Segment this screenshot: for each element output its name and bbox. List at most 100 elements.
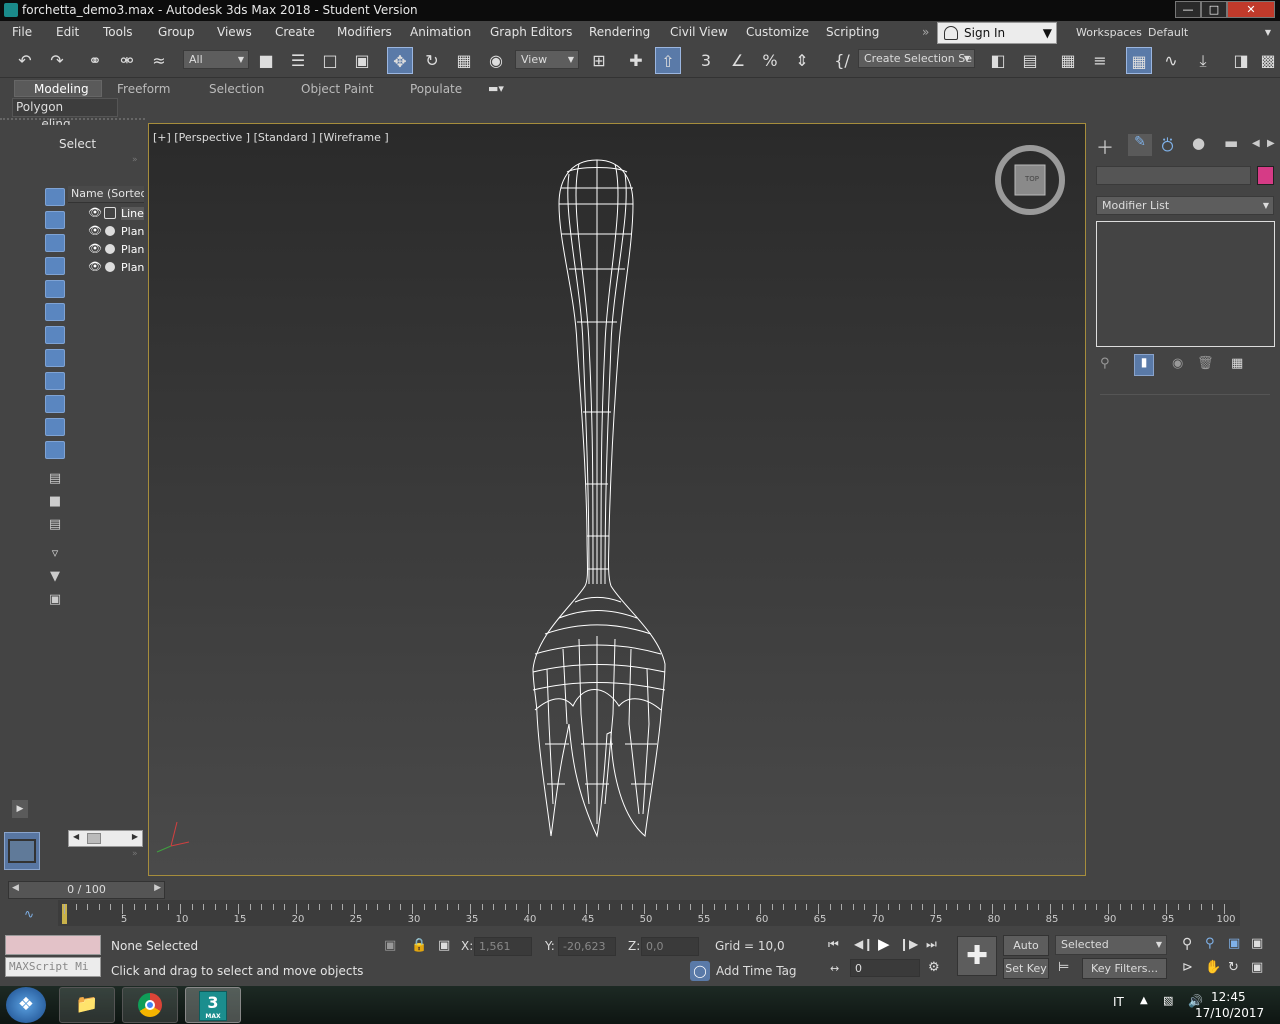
mirror-icon[interactable]: ◧ xyxy=(985,47,1011,74)
panel-next-icon[interactable]: ▶ xyxy=(1267,138,1275,149)
perspective-viewport[interactable]: TOP xyxy=(148,123,1086,876)
filter-icon[interactable]: ▼ xyxy=(45,568,65,586)
display-none-icon[interactable] xyxy=(45,188,65,206)
menu-civil-view[interactable]: Civil View xyxy=(670,25,728,39)
visibility-eye-icon[interactable]: 👁 xyxy=(88,260,102,273)
select-and-scale-icon[interactable]: ▦ xyxy=(451,47,477,74)
maximize-button[interactable]: □ xyxy=(1201,1,1227,18)
material-editor-icon[interactable]: ◨ xyxy=(1228,47,1254,74)
go-to-end-icon[interactable]: ⏭ xyxy=(926,937,937,952)
display-geometry-icon[interactable] xyxy=(45,211,65,229)
time-slider-next-icon[interactable]: ▶ xyxy=(154,883,161,893)
viewport-layout-tab[interactable] xyxy=(4,832,40,870)
display-tab-icon[interactable]: ▬ xyxy=(1224,134,1238,152)
rectangular-selection-icon[interactable]: □ xyxy=(317,47,343,74)
show-end-result-icon[interactable]: ▮ xyxy=(1134,354,1154,376)
z-coordinate-field[interactable]: 0,0 xyxy=(641,937,699,956)
clock-date[interactable]: 17/10/2017 xyxy=(1195,1006,1264,1020)
key-filter-icon[interactable]: ⊨ xyxy=(1058,960,1069,975)
set-key-button[interactable]: Set Key xyxy=(1003,958,1049,979)
render-setup-icon[interactable]: ▩ xyxy=(1258,47,1278,74)
align-icon[interactable]: ▤ xyxy=(1017,47,1043,74)
zoom-all-icon[interactable]: ⚲ xyxy=(1205,936,1215,951)
time-configuration-icon[interactable]: ⚙ xyxy=(928,960,940,975)
3dsmax-taskbar-icon[interactable]: 3 MAX xyxy=(185,987,241,1023)
menu-group[interactable]: Group xyxy=(158,25,195,39)
orbit-icon[interactable]: ↻ xyxy=(1228,960,1239,975)
layer-explorer-icon[interactable]: ≡ xyxy=(1087,47,1113,74)
panel-prev-icon[interactable]: ◀ xyxy=(1252,138,1260,149)
select-and-place-icon[interactable]: ◉ xyxy=(483,47,509,74)
menu-customize[interactable]: Customize xyxy=(746,25,809,39)
zoom-icon[interactable]: ⚲ xyxy=(1182,936,1192,952)
isolate-selection-icon[interactable]: ▣ xyxy=(384,938,396,953)
sign-in-dropdown[interactable]: Sign In ▼ xyxy=(937,22,1057,44)
modifier-stack[interactable] xyxy=(1096,221,1275,347)
object-color-swatch[interactable] xyxy=(1257,166,1274,185)
viewport-label-menu[interactable]: [+] [Perspective ] [Standard ] [Wirefram… xyxy=(153,131,389,144)
add-time-tag-button[interactable]: Add Time Tag xyxy=(716,964,797,978)
time-tag-icon[interactable]: ◯ xyxy=(690,961,710,981)
configure-modifier-sets-icon[interactable]: ▦ xyxy=(1231,356,1243,371)
ribbon-tab-freeform[interactable]: Freeform xyxy=(117,82,170,96)
name-column-header[interactable]: Name (Sorted A xyxy=(68,186,144,203)
menu-file[interactable]: File xyxy=(12,25,32,39)
select-and-rotate-icon[interactable]: ↻ xyxy=(419,47,445,74)
angle-snap-icon[interactable]: ∠ xyxy=(725,47,751,74)
ribbon-tab-modeling[interactable]: Modeling xyxy=(34,82,89,96)
undo-icon[interactable]: ↶ xyxy=(12,47,38,74)
snaps-toggle-icon[interactable]: 3 xyxy=(693,47,719,74)
current-frame-field[interactable]: 0 xyxy=(850,959,920,977)
edit-named-selection-icon[interactable]: {/ xyxy=(829,47,855,74)
ribbon-toggle-icon[interactable]: ▦ xyxy=(1126,47,1152,74)
display-helpers-icon[interactable] xyxy=(45,326,65,344)
start-button[interactable]: ❖ xyxy=(6,987,46,1023)
keyboard-shortcut-override-icon[interactable]: ⇧ xyxy=(655,47,681,74)
maxscript-mini-listener[interactable]: MAXScript Mi xyxy=(5,957,101,977)
display-cameras-icon[interactable] xyxy=(45,257,65,275)
make-unique-icon[interactable]: ◉ xyxy=(1172,356,1183,371)
selection-filter-dropdown[interactable]: All ▼ xyxy=(183,50,249,69)
redo-icon[interactable]: ↷ xyxy=(44,47,70,74)
ribbon-tab-selection[interactable]: Selection xyxy=(209,82,264,96)
pin-stack-icon[interactable]: ⚲ xyxy=(1100,356,1110,371)
pivot-center-icon[interactable]: ⊞ xyxy=(586,47,612,74)
field-of-view-icon[interactable]: ⊳ xyxy=(1182,960,1193,975)
key-filters-button[interactable]: Key Filters... xyxy=(1082,958,1167,979)
display-shapes-icon[interactable] xyxy=(45,280,65,298)
create-tab-icon[interactable]: ＋ xyxy=(1096,134,1114,160)
filter-off-icon[interactable]: ▿ xyxy=(45,545,65,563)
spinner-snap-icon[interactable]: ⇕ xyxy=(789,47,815,74)
menu-scripting[interactable]: Scripting xyxy=(826,25,879,39)
expand-layouts-icon[interactable]: ▶ xyxy=(12,800,28,818)
mini-curve-editor-icon[interactable]: ∿ xyxy=(24,907,34,921)
motion-tab-icon[interactable]: ● xyxy=(1192,134,1205,152)
list-item[interactable]: 👁 Plan xyxy=(68,241,144,259)
network-icon[interactable]: ▧ xyxy=(1163,994,1173,1007)
key-mode-dropdown[interactable]: Selected ▼ xyxy=(1055,935,1167,955)
select-and-move-icon[interactable]: ✥ xyxy=(387,47,413,74)
menu-overflow-icon[interactable]: » xyxy=(922,25,929,39)
pan-view-icon[interactable]: ✋ xyxy=(1205,960,1221,975)
display-bones-icon[interactable] xyxy=(45,372,65,390)
menu-graph-editors[interactable]: Graph Editors xyxy=(490,25,572,39)
selection-lock-icon[interactable]: 🔒 xyxy=(411,938,427,953)
collapse-icon[interactable]: » xyxy=(132,155,138,165)
ribbon-tab-object-paint[interactable]: Object Paint xyxy=(301,82,374,96)
list-item[interactable]: 👁 Line xyxy=(68,205,144,223)
menu-modifiers[interactable]: Modifiers xyxy=(337,25,392,39)
bind-space-warp-icon[interactable]: ≈ xyxy=(146,47,172,74)
modify-tab-icon[interactable]: ✎ xyxy=(1128,134,1152,156)
display-children-icon[interactable]: ▤ xyxy=(45,470,65,488)
display-particles-icon[interactable] xyxy=(45,418,65,436)
scene-explorer-icon[interactable]: ▦ xyxy=(1055,47,1081,74)
select-object-icon[interactable]: ■ xyxy=(253,47,279,74)
menu-views[interactable]: Views xyxy=(217,25,252,39)
scene-select-menu[interactable]: Select xyxy=(59,137,96,151)
key-mode-toggle-icon[interactable]: ↔ xyxy=(830,962,839,975)
select-by-name-icon[interactable]: ☰ xyxy=(285,47,311,74)
remove-modifier-icon[interactable]: 🗑 xyxy=(1197,356,1214,371)
display-groups-icon[interactable] xyxy=(45,349,65,367)
zoom-extents-all-icon[interactable]: ▣ xyxy=(1251,936,1263,951)
select-manipulate-icon[interactable]: ✚ xyxy=(623,47,649,74)
